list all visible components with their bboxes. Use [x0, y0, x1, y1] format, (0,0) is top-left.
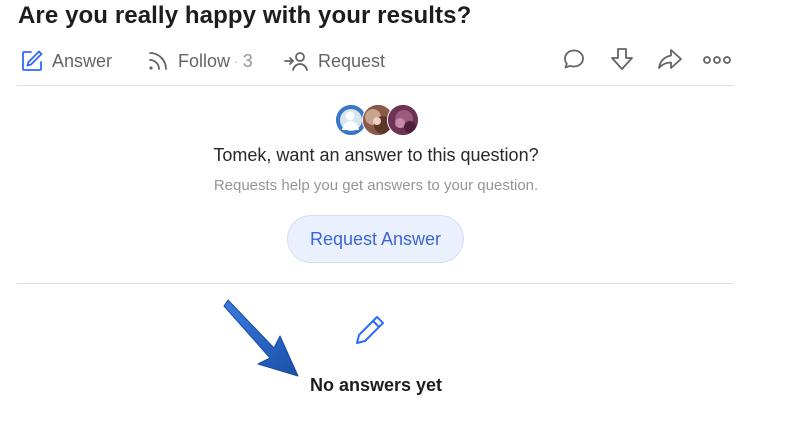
action-bar: Answer Follow · 3 Request [18, 44, 734, 78]
question-page: Are you really happy with your results? … [0, 0, 799, 429]
follow-button[interactable]: Follow · 3 [146, 44, 253, 78]
share-button[interactable] [655, 46, 685, 76]
divider-middle [17, 283, 734, 284]
pencil-icon [353, 313, 387, 352]
comment-button[interactable] [559, 46, 589, 76]
request-prompt-title: Tomek, want an answer to this question? [213, 145, 539, 165]
downvote-button[interactable] [607, 46, 637, 76]
downvote-arrow-icon [609, 46, 635, 77]
request-answer-label: Request Answer [309, 228, 442, 249]
answer-button[interactable]: Answer [20, 44, 112, 78]
follow-label: Follow [178, 50, 231, 71]
person-arrow-icon [284, 49, 310, 73]
share-arrow-icon [657, 46, 683, 77]
answer-label: Answer [52, 50, 113, 71]
request-answer-button[interactable]: Request Answer [287, 215, 464, 263]
follow-count: 3 [242, 50, 253, 71]
comment-icon [562, 47, 586, 76]
avatar-group [335, 104, 419, 136]
rss-icon [146, 49, 170, 73]
annotation-arrow-icon [222, 296, 302, 385]
question-title: Are you really happy with your results? [18, 2, 472, 29]
request-prompt-subtitle: Requests help you get answers to your qu… [213, 177, 539, 194]
more-button[interactable] [702, 46, 732, 76]
divider-top [17, 85, 734, 86]
pencil-square-icon [20, 49, 44, 73]
request-button[interactable]: Request [284, 44, 385, 78]
no-answers-label: No answers yet [309, 375, 443, 395]
avatar [387, 104, 419, 136]
more-dots-icon [703, 52, 731, 70]
request-label: Request [318, 50, 386, 71]
follow-separator: · [234, 53, 239, 69]
